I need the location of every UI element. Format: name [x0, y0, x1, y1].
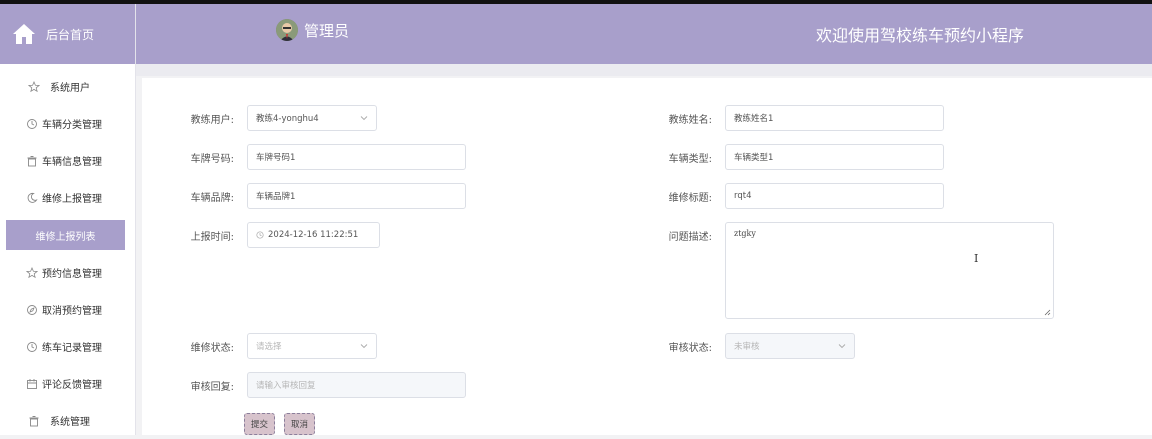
- welcome-title: 欢迎使用驾校练车预约小程序: [815, 26, 1024, 45]
- sidebar-home[interactable]: 后台首页: [0, 4, 135, 64]
- text-cursor-icon: I: [974, 252, 979, 265]
- avatar: [276, 19, 298, 41]
- compass-icon: [27, 304, 37, 315]
- sidebar-item-repair-report-list[interactable]: 维修上报列表: [6, 220, 125, 250]
- report-time-picker[interactable]: 2024-12-16 11:22:51: [247, 222, 380, 248]
- sidebar-item-practice-record[interactable]: 练车记录管理: [0, 328, 135, 365]
- coach-user-select[interactable]: 教练4-yonghu4: [247, 105, 377, 131]
- repair-status-select[interactable]: 请选择: [247, 333, 377, 359]
- home-icon: [13, 24, 35, 44]
- report-time-label: 上报时间:: [190, 232, 234, 243]
- sidebar-item-label: 车辆信息管理: [42, 157, 102, 168]
- trash-icon: [27, 155, 37, 166]
- clock-icon: [27, 118, 37, 129]
- sidebar-item-vehicle-info[interactable]: 车辆信息管理: [0, 142, 135, 179]
- audit-status-label: 审核状态:: [668, 343, 712, 354]
- clock-icon: [27, 341, 37, 352]
- audit-status-select: 未审核: [725, 333, 855, 359]
- top-header: 管理员 欢迎使用驾校练车预约小程序: [136, 4, 1152, 64]
- chevron-down-icon: [360, 344, 368, 349]
- sidebar-item-label: 练车记录管理: [42, 343, 102, 354]
- sidebar-item-system-users[interactable]: 系统用户: [0, 68, 135, 105]
- repair-status-label: 维修状态:: [190, 343, 234, 354]
- sidebar-item-label: 维修上报列表: [35, 231, 96, 243]
- submit-button[interactable]: 提交: [244, 413, 276, 435]
- repair-title-field[interactable]: rqt4: [725, 183, 944, 209]
- coach-name-field[interactable]: 教练姓名1: [725, 105, 944, 131]
- problem-desc-label: 问题描述:: [668, 232, 712, 243]
- sidebar: 后台首页 系统用户 车辆分类管理 车辆信息管理 维修上报管理 维修上报列表 预约…: [0, 4, 136, 435]
- calendar-icon: [27, 378, 37, 389]
- plate-number-label: 车牌号码:: [190, 154, 234, 165]
- clock-icon: [256, 231, 264, 239]
- sidebar-item-booking-info[interactable]: 预约信息管理: [0, 254, 135, 291]
- moon-icon: [27, 192, 38, 203]
- home-label: 后台首页: [46, 27, 95, 42]
- sidebar-item-label: 评论反馈管理: [42, 380, 102, 391]
- sidebar-item-comment-feedback[interactable]: 评论反馈管理: [0, 365, 135, 402]
- chevron-down-icon: [838, 344, 846, 349]
- vehicle-type-label: 车辆类型:: [668, 154, 712, 165]
- sidebar-item-label: 车辆分类管理: [42, 120, 102, 131]
- sidebar-item-label: 维修上报管理: [42, 194, 102, 205]
- sidebar-item-repair-report[interactable]: 维修上报管理: [0, 179, 135, 216]
- admin-profile[interactable]: 管理员: [276, 19, 349, 41]
- sidebar-item-label: 系统用户: [50, 83, 90, 94]
- vehicle-brand-field[interactable]: 车辆品牌1: [247, 183, 466, 209]
- repair-report-form: 教练用户: 教练4-yonghu4 教练姓名: 教练姓名1 车牌号码: 车牌号码…: [142, 78, 1152, 435]
- coach-user-label: 教练用户:: [190, 115, 234, 126]
- audit-reply-field: 请输入审核回复: [247, 372, 466, 398]
- plate-number-field[interactable]: 车牌号码1: [247, 144, 466, 170]
- star-icon: [26, 266, 38, 278]
- admin-name: 管理员: [304, 21, 350, 40]
- vehicle-type-field[interactable]: 车辆类型1: [725, 144, 944, 170]
- chevron-down-icon: [360, 116, 368, 121]
- audit-reply-label: 审核回复:: [190, 382, 234, 393]
- resize-handle-icon[interactable]: [1044, 309, 1051, 316]
- trash-icon: [29, 415, 39, 426]
- sidebar-item-label: 取消预约管理: [42, 306, 102, 317]
- star-icon: [28, 80, 40, 92]
- header-shadow-strip: [136, 64, 1152, 76]
- sidebar-item-system-management[interactable]: 系统管理: [0, 402, 135, 439]
- cancel-button[interactable]: 取消: [284, 413, 316, 435]
- coach-name-label: 教练姓名:: [668, 115, 712, 126]
- problem-desc-textarea[interactable]: ztgky: [725, 222, 1054, 319]
- sidebar-item-label: 预约信息管理: [42, 269, 102, 280]
- vehicle-brand-label: 车辆品牌:: [190, 193, 234, 204]
- sidebar-item-cancel-booking[interactable]: 取消预约管理: [0, 291, 135, 328]
- sidebar-item-label: 系统管理: [50, 417, 90, 428]
- sidebar-item-vehicle-category[interactable]: 车辆分类管理: [0, 105, 135, 142]
- repair-title-label: 维修标题:: [668, 193, 712, 204]
